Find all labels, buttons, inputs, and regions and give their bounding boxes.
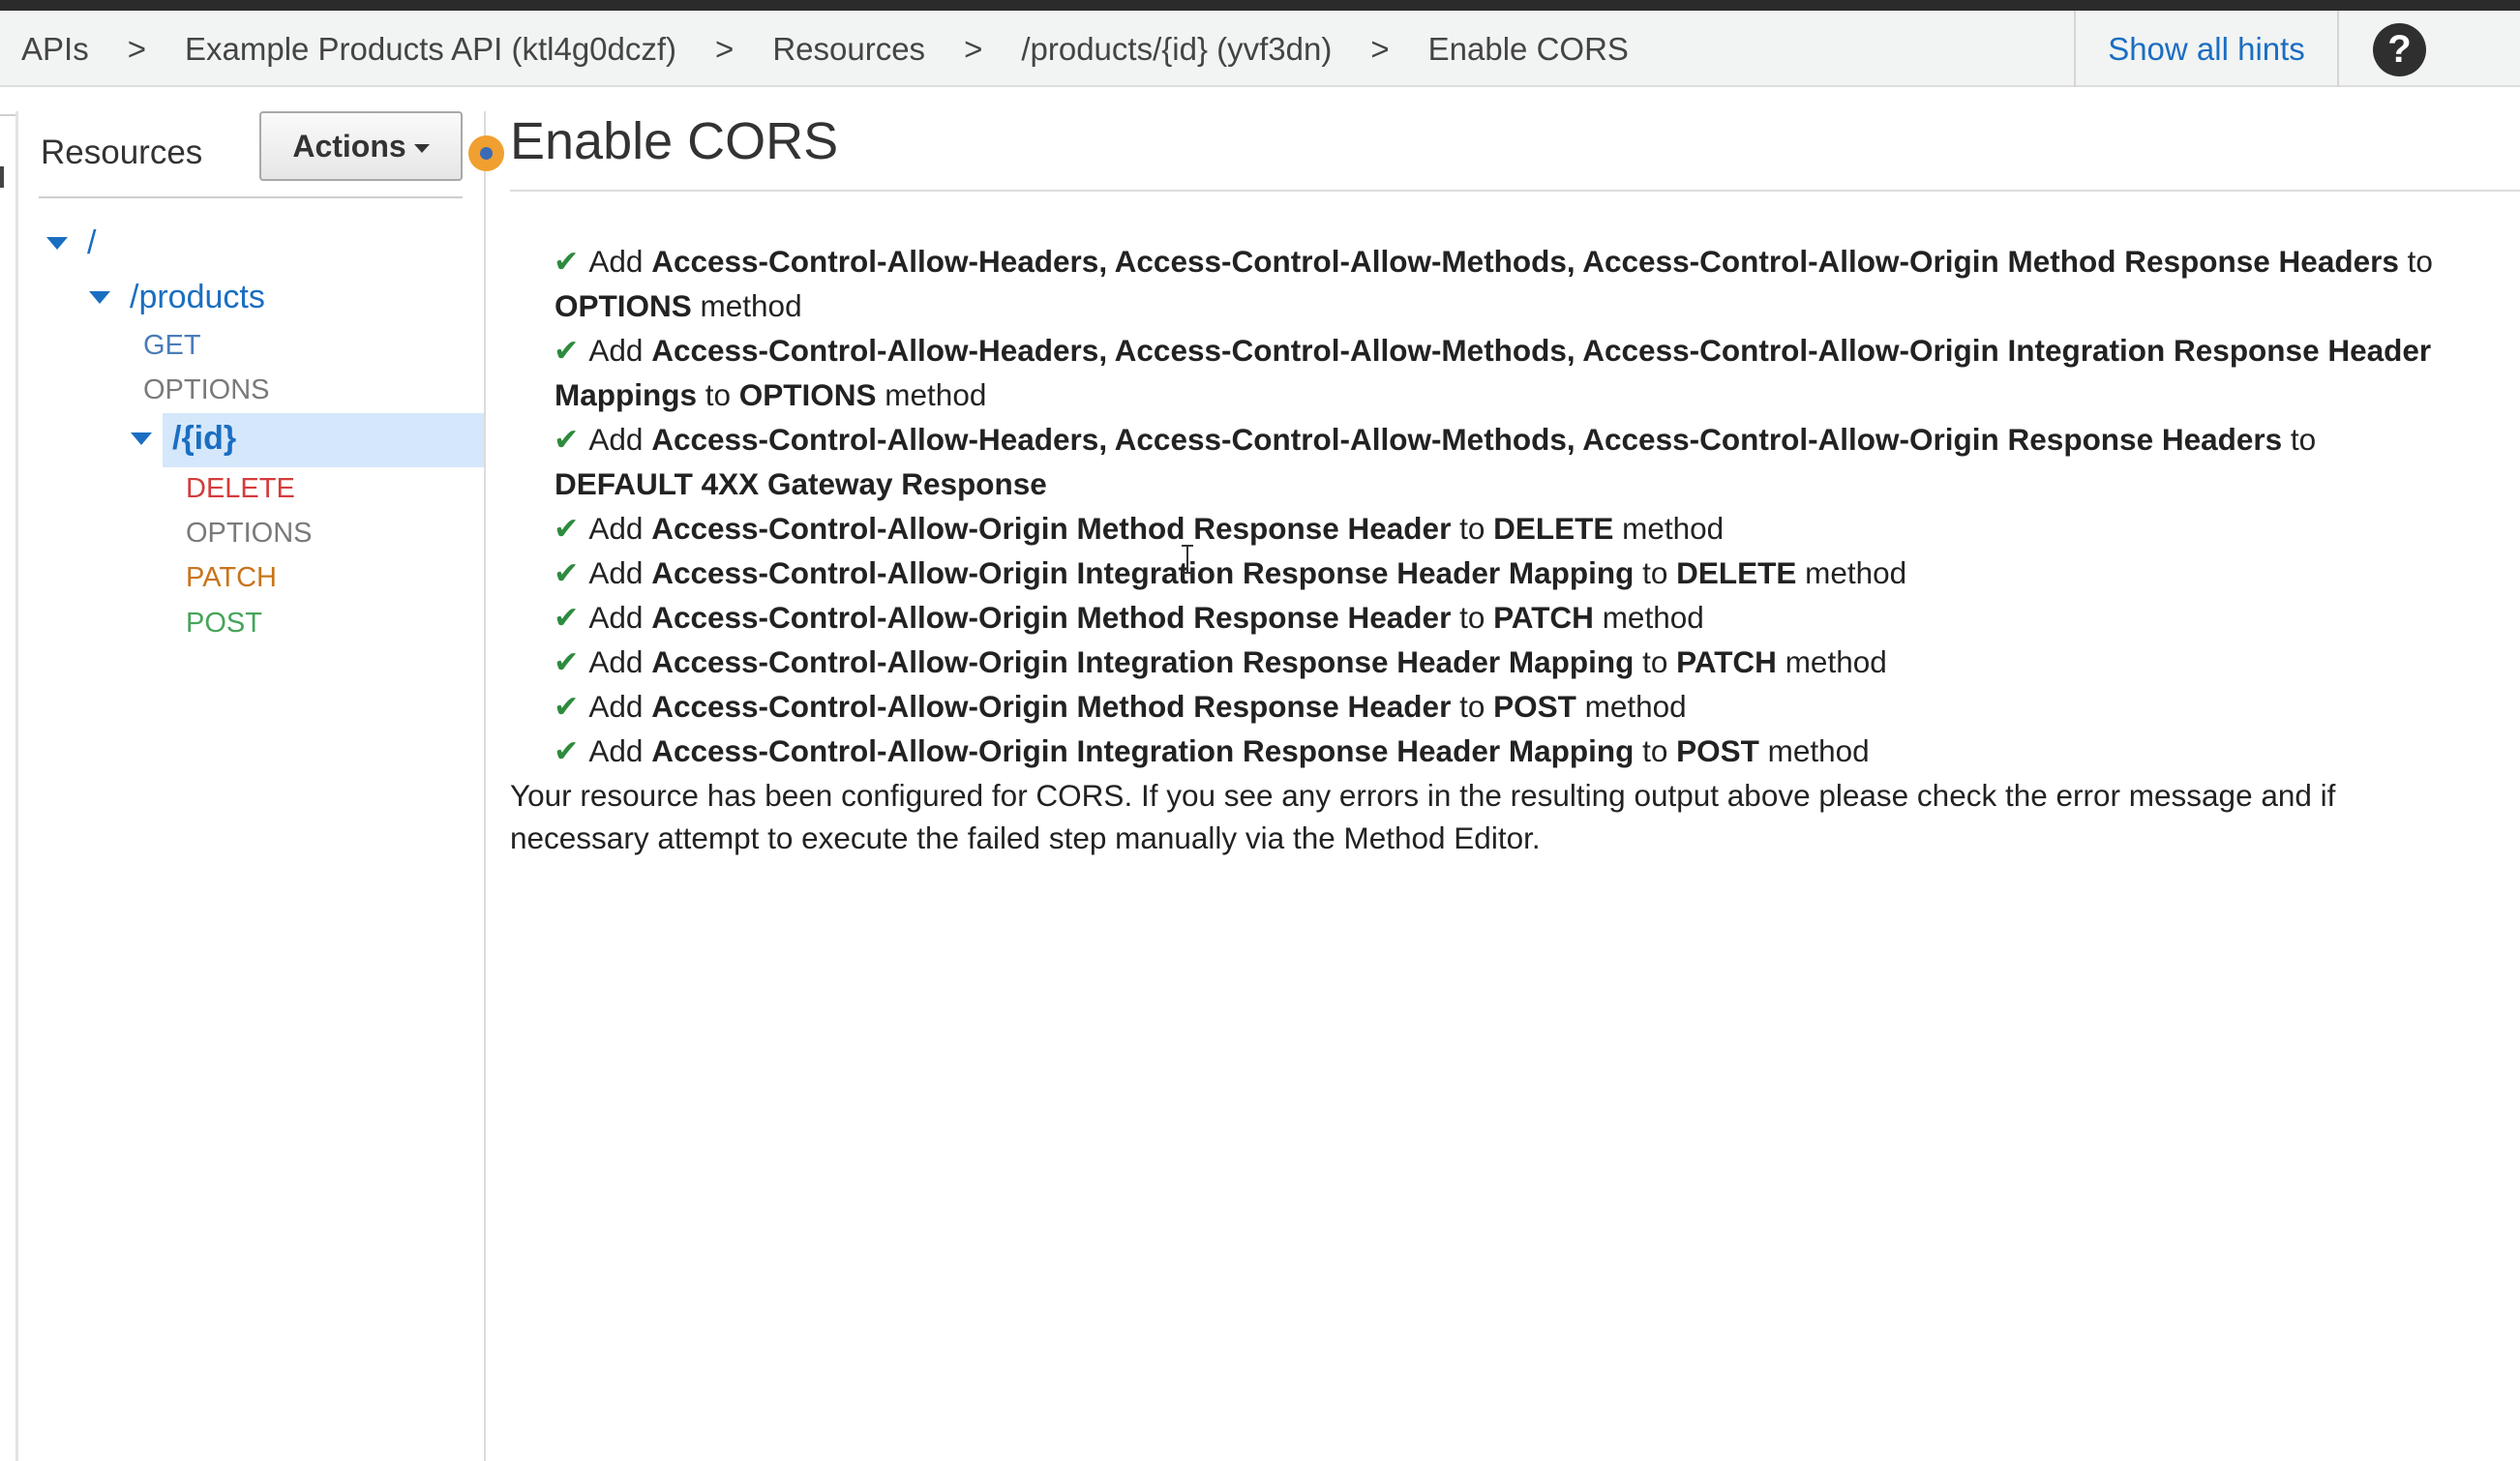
tree-method-patch[interactable]: PATCH bbox=[186, 562, 277, 594]
breadcrumb-resource-path[interactable]: /products/{id} (yvf3dn) bbox=[1021, 31, 1332, 68]
breadcrumb-separator: > bbox=[715, 30, 735, 67]
checkmark-icon: ✔ bbox=[554, 689, 580, 724]
browser-top-strip bbox=[0, 0, 2520, 11]
text-cursor-icon bbox=[1182, 545, 1193, 574]
tree-method-post[interactable]: POST bbox=[186, 608, 262, 640]
tree-label-id[interactable]: /{id} bbox=[172, 420, 236, 458]
summary-text: necessary attempt to execute the failed … bbox=[510, 820, 1541, 855]
log-line: ✔ Add Access-Control-Allow-Origin Method … bbox=[554, 600, 1704, 635]
breadcrumb-api-name[interactable]: Example Products API (ktl4g0dczf) bbox=[185, 31, 676, 68]
log-line: ✔ Add Access-Control-Allow-Headers, Acces… bbox=[554, 422, 2317, 457]
checkmark-icon: ✔ bbox=[554, 733, 580, 768]
breadcrumb-separator: > bbox=[127, 30, 146, 67]
checkmark-icon: ✔ bbox=[554, 244, 580, 279]
checkmark-icon: ✔ bbox=[554, 333, 580, 368]
log-line: ✔ Add Access-Control-Allow-Headers, Acces… bbox=[554, 244, 2433, 279]
caret-down-icon bbox=[413, 143, 430, 153]
log-line-continuation: OPTIONS method bbox=[555, 288, 802, 323]
checkmark-icon: ✔ bbox=[554, 644, 580, 679]
tree-method-delete[interactable]: DELETE bbox=[186, 473, 295, 505]
tree-item-id: /{id} bbox=[131, 420, 236, 458]
actions-dropdown-button[interactable]: Actions bbox=[259, 111, 463, 181]
tree-label-root[interactable]: / bbox=[87, 224, 96, 262]
breadcrumb-apis[interactable]: APIs bbox=[21, 31, 89, 68]
checkmark-icon: ✔ bbox=[554, 511, 580, 546]
tree-method-options[interactable]: OPTIONS bbox=[143, 374, 270, 406]
log-line: ✔ Add Access-Control-Allow-Origin Integra… bbox=[554, 555, 1907, 590]
checkmark-icon: ✔ bbox=[554, 600, 580, 635]
page-title: Enable CORS bbox=[510, 112, 839, 170]
breadcrumb-bar: APIs > Example Products API (ktl4g0dczf)… bbox=[0, 11, 2520, 87]
tree-method-get[interactable]: GET bbox=[143, 330, 201, 362]
log-line: ✔ Add Access-Control-Allow-Origin Method … bbox=[554, 511, 1725, 546]
log-line: ✔ Add Access-Control-Allow-Origin Integra… bbox=[554, 644, 1887, 679]
tree-item-root: / bbox=[46, 224, 96, 262]
left-edge-tick bbox=[0, 166, 4, 188]
breadcrumb-separator: > bbox=[964, 30, 983, 67]
tree-method-options[interactable]: OPTIONS bbox=[186, 518, 313, 550]
log-line-continuation: Mappings to OPTIONS method bbox=[555, 377, 987, 412]
caret-down-icon[interactable] bbox=[131, 432, 152, 445]
hint-icon[interactable] bbox=[468, 135, 504, 171]
summary-text: Your resource has been configured for CO… bbox=[510, 778, 2336, 813]
breadcrumb-resources[interactable]: Resources bbox=[772, 31, 925, 68]
log-line: ✔ Add Access-Control-Allow-Headers, Acces… bbox=[554, 333, 2432, 368]
panel-divider bbox=[484, 111, 486, 1461]
log-line: ✔ Add Access-Control-Allow-Origin Integra… bbox=[554, 733, 1870, 768]
show-all-hints-button[interactable]: Show all hints bbox=[2076, 11, 2337, 87]
checkmark-icon: ✔ bbox=[554, 555, 580, 590]
log-line: ✔ Add Access-Control-Allow-Origin Method … bbox=[554, 689, 1687, 724]
divider bbox=[510, 190, 2520, 192]
left-edge-tick bbox=[0, 114, 15, 116]
divider bbox=[2337, 11, 2339, 87]
tree-item-products: /products bbox=[89, 279, 265, 316]
actions-label: Actions bbox=[292, 128, 406, 164]
help-icon[interactable]: ? bbox=[2373, 23, 2426, 76]
app-window: APIs > Example Products API (ktl4g0dczf)… bbox=[0, 0, 2520, 1461]
log-line-continuation: DEFAULT 4XX Gateway Response bbox=[555, 466, 1047, 501]
divider bbox=[39, 196, 463, 198]
checkmark-icon: ✔ bbox=[554, 422, 580, 457]
breadcrumb-current: Enable CORS bbox=[1427, 30, 1629, 67]
breadcrumb: APIs > Example Products API (ktl4g0dczf)… bbox=[21, 11, 1629, 87]
left-edge-border bbox=[15, 111, 18, 1461]
breadcrumb-separator: > bbox=[1370, 30, 1390, 67]
hint-dot-center bbox=[480, 147, 493, 160]
resources-title: Resources bbox=[41, 134, 203, 171]
caret-down-icon[interactable] bbox=[89, 291, 110, 304]
caret-down-icon[interactable] bbox=[46, 237, 68, 250]
tree-label-products[interactable]: /products bbox=[130, 279, 265, 316]
